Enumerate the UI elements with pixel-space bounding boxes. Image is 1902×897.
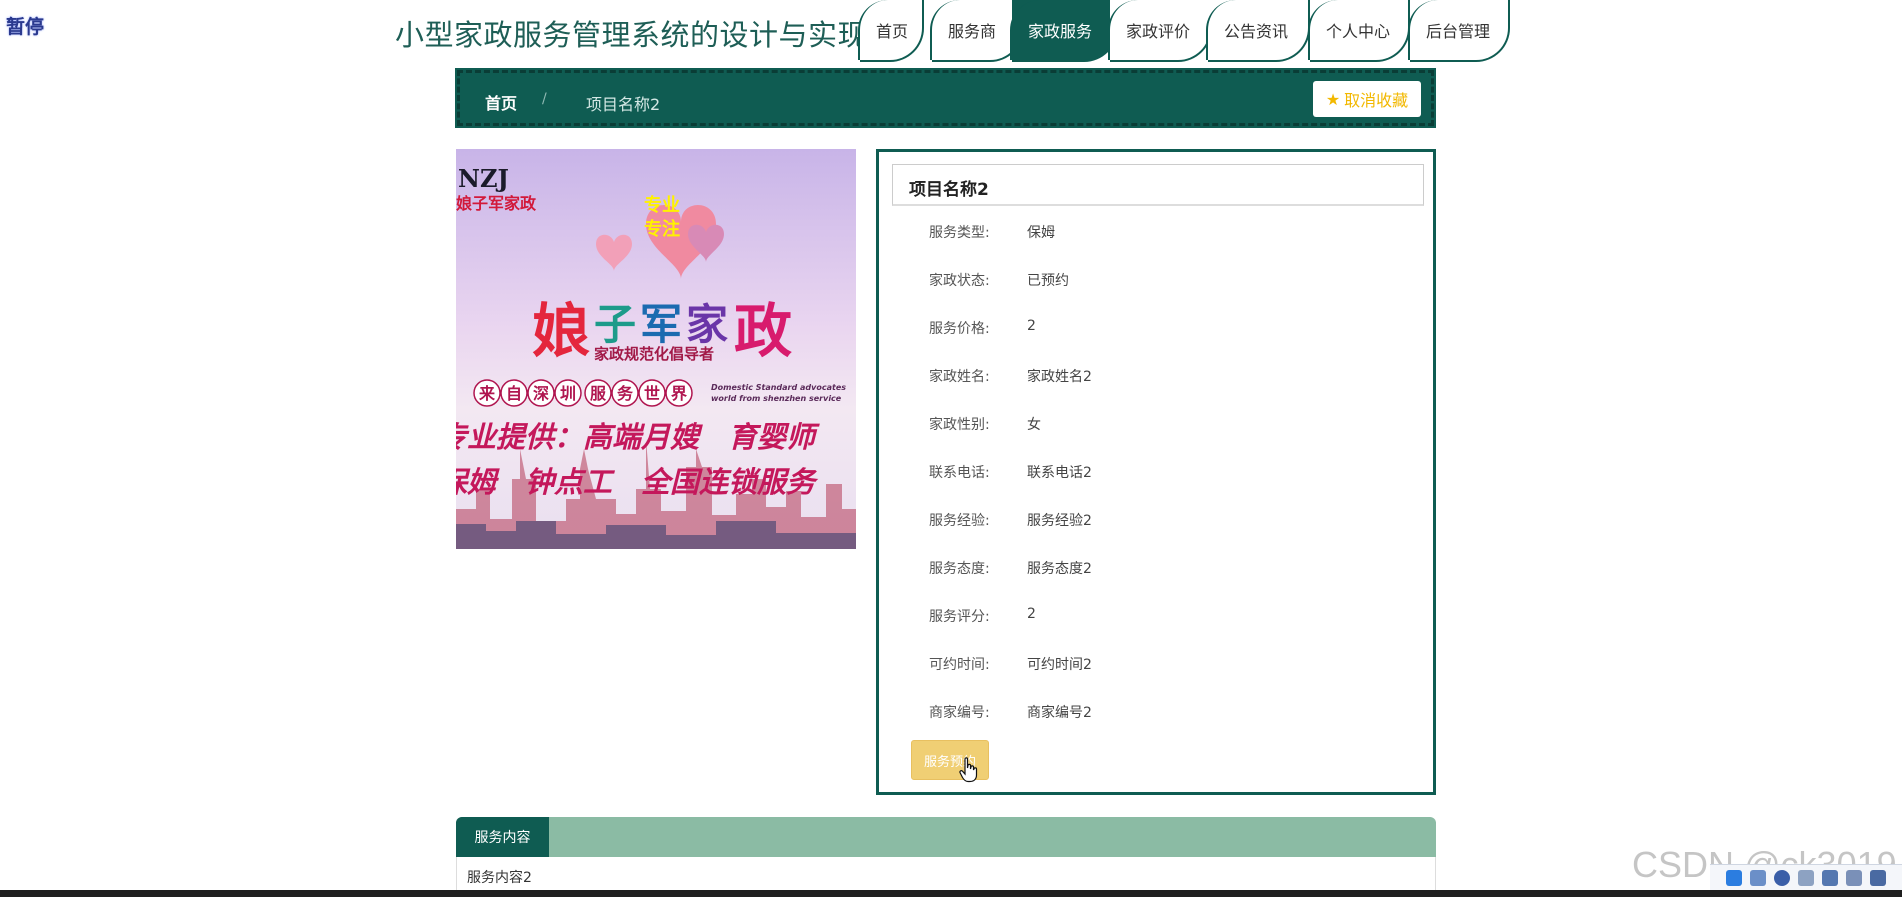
tray-shirt-icon[interactable] [1846, 870, 1862, 886]
unfavorite-label: 取消收藏 [1344, 91, 1409, 110]
site-title: 小型家政服务管理系统的设计与实现 [395, 18, 868, 52]
poster-slogan: 家政规范化倡导者 [594, 345, 714, 363]
nav-reviews-label: 家政评价 [1126, 22, 1191, 41]
poster-logo: NZJ [458, 164, 509, 193]
poster-circled-char-1: 来 [478, 384, 496, 403]
field-value-available-time: 可约时间2 [1027, 657, 1092, 673]
tray-keyboard-icon[interactable] [1822, 870, 1838, 886]
field-value-experience: 服务经验2 [1027, 513, 1092, 529]
poster-headline-char-1: 娘 [532, 297, 590, 365]
unfavorite-button[interactable]: ★ 取消收藏 [1313, 81, 1421, 117]
field-value-service-type: 保姆 [1027, 225, 1055, 241]
nav-reviews[interactable]: 家政评价 [1108, 0, 1212, 62]
bottom-bar [0, 890, 1902, 897]
tray-moon-icon[interactable] [1774, 870, 1790, 886]
poster-graphic: NZJ 娘子军家政 专业 专注 娘 子 军 家 政 家政规范化倡导者 来 自 深… [456, 164, 856, 549]
breadcrumb: 首页 / 项目名称2 ★ 取消收藏 [455, 68, 1436, 128]
poster-badge-line2: 专注 [644, 218, 680, 240]
poster-circled-char-2: 自 [506, 384, 522, 403]
field-label-price: 服务价格: [929, 321, 990, 337]
poster-headline-char-4: 家 [686, 300, 728, 349]
poster-brand-small: 娘子军家政 [456, 194, 537, 213]
nav-admin[interactable]: 后台管理 [1408, 0, 1510, 62]
tab-bar: 服务内容 [456, 817, 1436, 857]
service-title: 项目名称2 [892, 164, 1424, 206]
poster-headline-char-3: 军 [640, 300, 682, 349]
breadcrumb-current: 项目名称2 [586, 95, 661, 114]
star-icon: ★ [1325, 89, 1341, 109]
tab-panel: 服务内容2 [456, 857, 1436, 891]
poster-services-line2: 保姆 钟点工 全国连锁服务 [456, 465, 819, 499]
nav-home[interactable]: 首页 [858, 0, 924, 62]
poster-circled-char-8: 界 [671, 384, 687, 403]
field-label-gender: 家政性别: [929, 417, 990, 433]
nav-home-label: 首页 [876, 22, 909, 41]
field-label-service-type: 服务类型: [929, 225, 990, 241]
field-value-name: 家政姓名2 [1027, 369, 1092, 385]
field-value-merchant-id: 商家编号2 [1027, 705, 1092, 721]
nav-providers-label: 服务商 [948, 22, 997, 41]
paused-indicator: 暂停 [6, 16, 45, 38]
tray-app-icon[interactable] [1726, 870, 1742, 886]
field-label-rating: 服务评分: [929, 609, 990, 625]
field-label-available-time: 可约时间: [929, 657, 990, 673]
breadcrumb-separator: / [542, 91, 547, 107]
field-label-status: 家政状态: [929, 273, 990, 289]
field-label-experience: 服务经验: [929, 513, 990, 529]
hand-cursor-icon [959, 757, 978, 783]
breadcrumb-home[interactable]: 首页 [485, 90, 517, 114]
poster-circled-char-5: 服 [590, 384, 607, 403]
system-tray [1710, 864, 1902, 891]
field-value-rating: 2 [1027, 606, 1036, 622]
poster-english-line1: Domestic Standard advocates [711, 383, 846, 392]
poster-headline-char-2: 子 [594, 300, 636, 349]
service-content-text: 服务内容2 [467, 870, 532, 886]
field-value-phone: 联系电话2 [1027, 465, 1092, 481]
field-label-attitude: 服务态度: [929, 561, 990, 577]
poster-headline-char-5: 政 [734, 297, 792, 365]
poster-circled-char-7: 世 [644, 384, 660, 403]
nav-profile[interactable]: 个人中心 [1308, 0, 1410, 62]
nav-services[interactable]: 家政服务 [1010, 0, 1118, 62]
nav-news-label: 公告资讯 [1224, 22, 1289, 41]
poster-circled-char-4: 圳 [560, 384, 576, 403]
poster-services-line1: 专业提供：高端月嫂 育婴师 [456, 420, 820, 454]
nav-services-label: 家政服务 [1028, 22, 1093, 41]
poster-english-line2: world from shenzhen service [711, 394, 842, 403]
field-label-phone: 联系电话: [929, 465, 990, 481]
tray-settings-icon[interactable] [1870, 870, 1886, 886]
service-image: NZJ 娘子军家政 专业 专注 娘 子 军 家 政 家政规范化倡导者 来 自 深… [456, 149, 856, 549]
service-detail-panel: 项目名称2 服务类型: 保姆 家政状态: 已预约 服务价格: 2 家政姓名: 家… [876, 149, 1436, 795]
tray-dots-icon[interactable] [1798, 870, 1814, 886]
field-value-gender: 女 [1027, 417, 1041, 433]
poster-badge-line1: 专业 [644, 194, 680, 216]
tray-ime-icon[interactable] [1750, 870, 1766, 886]
poster-circled-char-3: 深 [533, 384, 549, 403]
tab-service-content[interactable]: 服务内容 [456, 817, 549, 857]
field-label-merchant-id: 商家编号: [929, 705, 990, 721]
nav-profile-label: 个人中心 [1326, 22, 1391, 41]
nav-admin-label: 后台管理 [1426, 22, 1491, 41]
poster-circled-char-6: 务 [617, 384, 634, 403]
field-value-price: 2 [1027, 318, 1036, 334]
field-label-name: 家政姓名: [929, 369, 990, 385]
field-value-attitude: 服务态度2 [1027, 561, 1092, 577]
field-value-status: 已预约 [1027, 273, 1069, 289]
nav-news[interactable]: 公告资讯 [1206, 0, 1310, 62]
